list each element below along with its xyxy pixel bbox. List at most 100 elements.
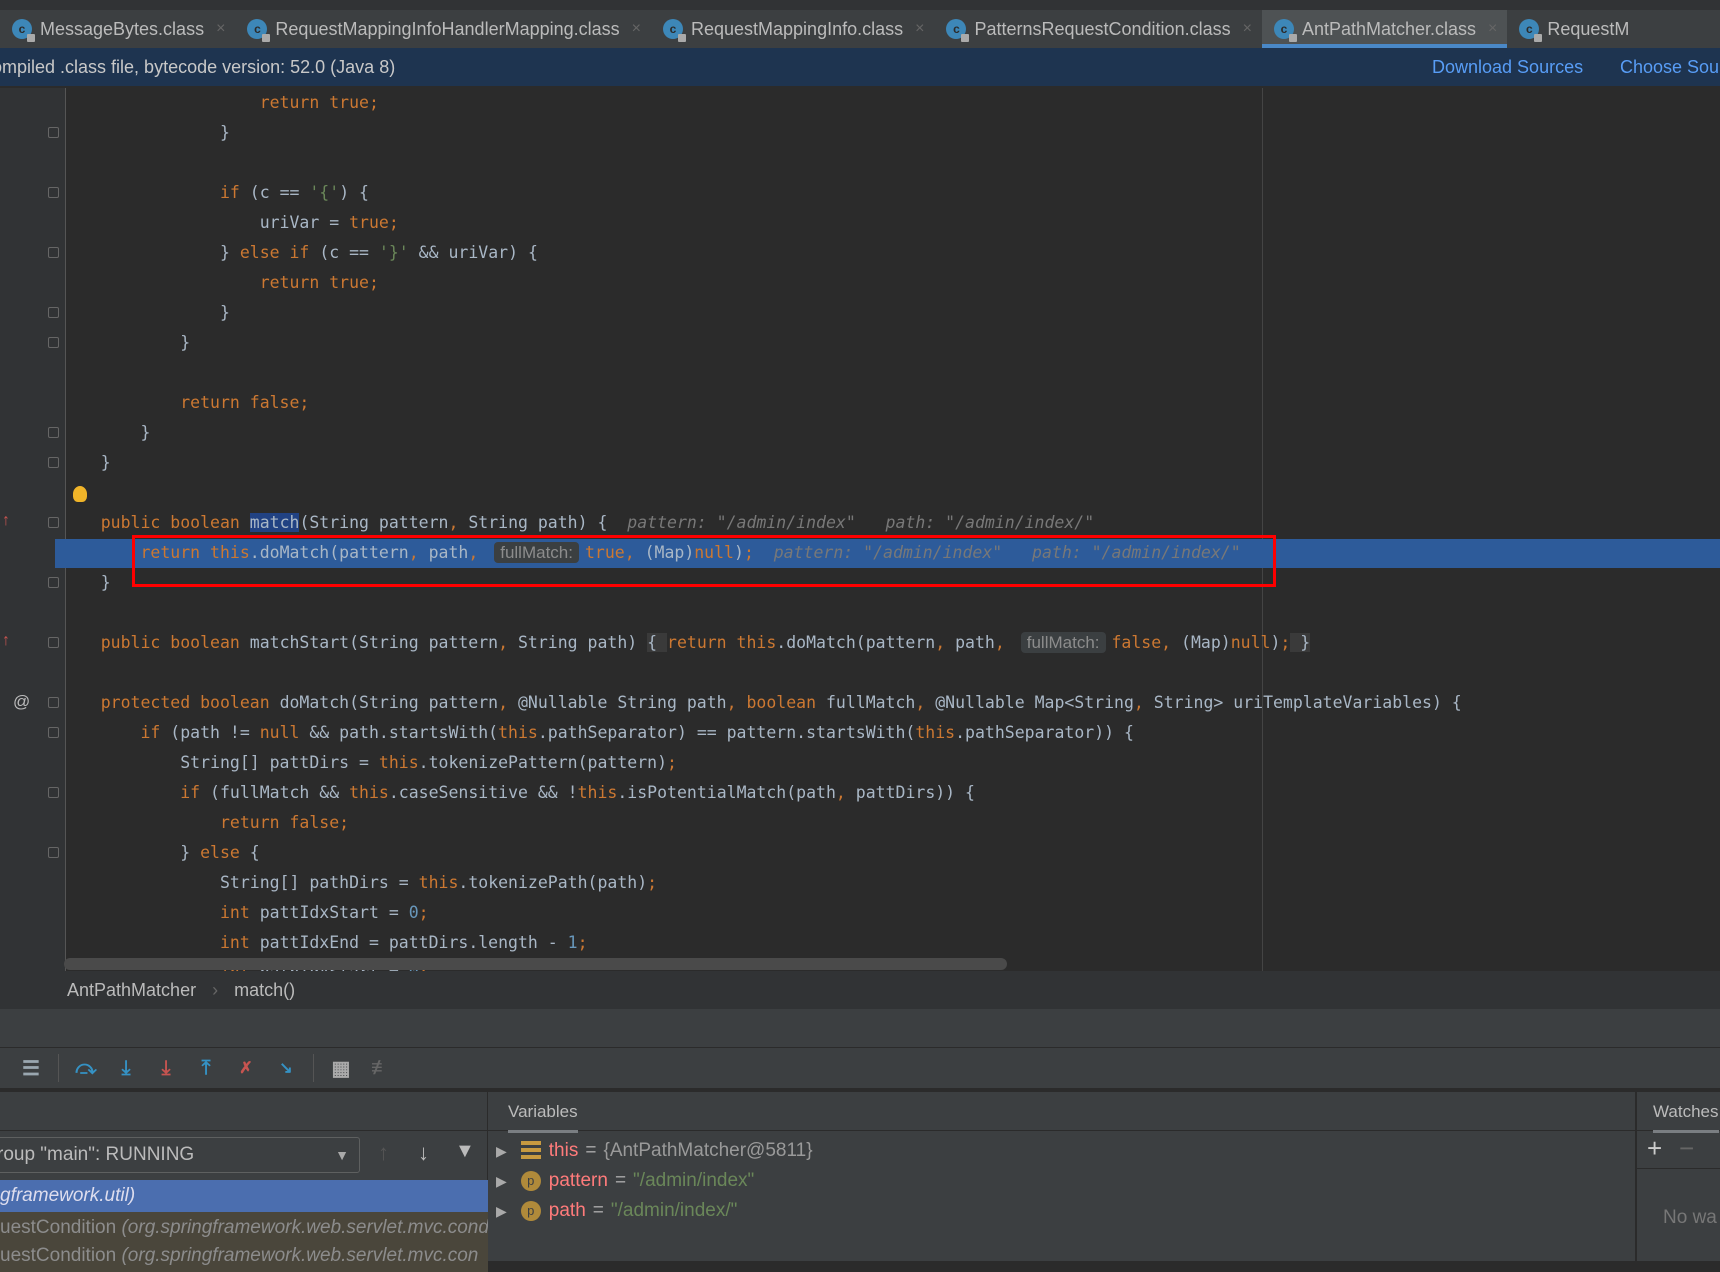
code-line[interactable]: return true; bbox=[61, 88, 379, 118]
filter-icon[interactable]: ▼ bbox=[455, 1140, 475, 1163]
breadcrumb-class[interactable]: AntPathMatcher bbox=[67, 980, 196, 1001]
code-token: protected boolean bbox=[100, 693, 280, 712]
thread-select[interactable]: roup "main": RUNNING ▼ bbox=[0, 1137, 360, 1173]
code-token: return true; bbox=[259, 273, 379, 292]
close-tab-icon[interactable]: × bbox=[216, 20, 225, 38]
code-line[interactable]: } bbox=[61, 418, 150, 448]
arrow-up-icon[interactable]: ↑ bbox=[378, 1140, 389, 1166]
code-token: if bbox=[140, 723, 171, 742]
code-line[interactable]: if (c == '{') { bbox=[61, 178, 369, 208]
fold-marker-icon[interactable] bbox=[48, 307, 59, 318]
code-line[interactable]: int pattIdxEnd = pattDirs.length - 1; bbox=[61, 928, 588, 958]
fold-marker-icon[interactable] bbox=[48, 127, 59, 138]
horizontal-scrollbar[interactable] bbox=[64, 958, 1007, 970]
code-token: .tokenizePattern(pattern) bbox=[418, 753, 668, 772]
code-line[interactable]: public boolean matchStart(String pattern… bbox=[61, 628, 1311, 658]
tab-label: MessageBytes.class bbox=[40, 18, 205, 39]
code-line[interactable]: String[] pattDirs = this.tokenizePattern… bbox=[61, 748, 677, 778]
code-line[interactable]: } bbox=[61, 298, 230, 328]
code-line[interactable]: } else { bbox=[61, 838, 259, 868]
tab-3[interactable]: c PatternsRequestCondition.class × bbox=[934, 10, 1261, 48]
variable-row[interactable]: ▶ this = {AntPathMatcher@5811} bbox=[488, 1136, 813, 1166]
fold-marker-icon[interactable] bbox=[48, 577, 59, 588]
code-line[interactable]: if (fullMatch && this.caseSensitive && !… bbox=[61, 778, 975, 808]
menu-icon[interactable]: ☰ bbox=[18, 1055, 44, 1081]
annotation-marker-icon[interactable]: @ bbox=[13, 692, 30, 712]
variables-tab[interactable]: Variables bbox=[508, 1102, 578, 1133]
gutter[interactable]: ↑ ↑ @ bbox=[0, 88, 66, 971]
fold-marker-icon[interactable] bbox=[48, 787, 59, 798]
tab-label: PatternsRequestCondition.class bbox=[974, 18, 1231, 39]
watches-tab[interactable]: Watches bbox=[1653, 1102, 1719, 1133]
evaluate-expression-icon[interactable]: ▦ bbox=[328, 1055, 354, 1081]
code-line[interactable]: return false; bbox=[61, 388, 309, 418]
override-marker-icon[interactable]: ↑ bbox=[2, 632, 10, 650]
parameter-hint: fullMatch: bbox=[1020, 632, 1106, 653]
code-line[interactable]: return false; bbox=[61, 808, 349, 838]
close-tab-icon[interactable]: × bbox=[1488, 20, 1497, 38]
code-line[interactable]: uriVar = true; bbox=[61, 208, 399, 238]
fold-marker-icon[interactable] bbox=[48, 637, 59, 648]
choose-sources-link[interactable]: Choose Sou bbox=[1620, 57, 1719, 78]
breadcrumb-method[interactable]: match() bbox=[234, 980, 295, 1001]
override-marker-icon[interactable]: ↑ bbox=[2, 512, 10, 530]
step-out-icon[interactable]: ⤒ bbox=[193, 1055, 219, 1081]
fold-marker-icon[interactable] bbox=[48, 247, 59, 258]
run-to-cursor-icon[interactable]: ↘ bbox=[273, 1055, 299, 1081]
code-token: , boolean bbox=[726, 693, 826, 712]
trace-icon[interactable]: ≢ bbox=[368, 1055, 394, 1081]
variable-name: pattern bbox=[548, 1170, 608, 1191]
add-watch-icon[interactable]: + bbox=[1647, 1133, 1662, 1164]
fold-marker-icon[interactable] bbox=[48, 337, 59, 348]
close-tab-icon[interactable]: × bbox=[1243, 20, 1252, 38]
stack-frame[interactable]: uestCondition (org.springframework.web.s… bbox=[0, 1240, 488, 1272]
expand-triangle-icon[interactable]: ▶ bbox=[496, 1136, 507, 1166]
drop-frame-icon[interactable]: ✗ bbox=[233, 1055, 259, 1081]
code-editor[interactable]: ↑ ↑ @ return true; } if (c == '{') { uriVa… bbox=[0, 88, 1720, 971]
code-token: @Nullable String path bbox=[517, 693, 727, 712]
download-sources-link[interactable]: Download Sources bbox=[1432, 57, 1583, 78]
code-line[interactable]: int pattIdxStart = 0; bbox=[61, 898, 429, 928]
code-line[interactable]: if (path != null && path.startsWith(this… bbox=[61, 718, 1133, 748]
code-line[interactable]: protected boolean doMatch(String pattern… bbox=[61, 688, 1462, 718]
code-line[interactable]: } bbox=[61, 328, 190, 358]
code-line[interactable]: public boolean match(String pattern, Str… bbox=[61, 508, 1094, 538]
variable-row[interactable]: ▶ p path = "/admin/index/" bbox=[488, 1196, 737, 1226]
fold-marker-icon[interactable] bbox=[48, 727, 59, 738]
step-into-icon[interactable]: ⤓ bbox=[113, 1055, 139, 1081]
close-tab-icon[interactable]: × bbox=[915, 20, 924, 38]
close-tab-icon[interactable]: × bbox=[632, 20, 641, 38]
force-step-into-icon[interactable]: ⤓ bbox=[153, 1055, 179, 1081]
fold-marker-icon[interactable] bbox=[48, 427, 59, 438]
remove-watch-icon[interactable]: − bbox=[1679, 1133, 1694, 1164]
tab-2[interactable]: c RequestMappingInfo.class × bbox=[651, 10, 934, 48]
code-line[interactable]: String[] pathDirs = this.tokenizePath(pa… bbox=[61, 868, 657, 898]
code-line[interactable]: return true; bbox=[61, 268, 379, 298]
code-token: ; bbox=[1280, 633, 1291, 652]
code-line[interactable]: } bbox=[61, 568, 111, 598]
tab-1[interactable]: c RequestMappingInfoHandlerMapping.class × bbox=[235, 10, 651, 48]
code-token: (c == bbox=[319, 243, 379, 262]
code-line[interactable]: } else if (c == '}' && uriVar) { bbox=[61, 238, 538, 268]
stack-frame[interactable]: gframework.util) bbox=[0, 1180, 488, 1212]
code-token: , bbox=[935, 633, 956, 652]
code-line[interactable]: } bbox=[61, 118, 230, 148]
step-over-icon[interactable]: ⤼ bbox=[73, 1055, 99, 1081]
variable-row[interactable]: ▶ p pattern = "/admin/index" bbox=[488, 1166, 754, 1196]
code-token: this bbox=[349, 783, 389, 802]
fold-marker-icon[interactable] bbox=[48, 847, 59, 858]
code-token: ; bbox=[667, 753, 677, 772]
code-token: '}' bbox=[378, 243, 409, 262]
fold-marker-icon[interactable] bbox=[48, 457, 59, 468]
tab-5[interactable]: c RequestM bbox=[1507, 10, 1639, 48]
expand-triangle-icon[interactable]: ▶ bbox=[496, 1166, 507, 1196]
fold-marker-icon[interactable] bbox=[48, 697, 59, 708]
arrow-down-icon[interactable]: ↓ bbox=[418, 1140, 429, 1166]
tab-4[interactable]: c AntPathMatcher.class × bbox=[1261, 10, 1508, 48]
fold-marker-icon[interactable] bbox=[48, 517, 59, 528]
tab-0[interactable]: c MessageBytes.class × bbox=[0, 10, 235, 48]
code-line[interactable]: } bbox=[61, 448, 111, 478]
expand-triangle-icon[interactable]: ▶ bbox=[496, 1196, 507, 1226]
lightbulb-icon[interactable] bbox=[73, 486, 87, 502]
fold-marker-icon[interactable] bbox=[48, 187, 59, 198]
